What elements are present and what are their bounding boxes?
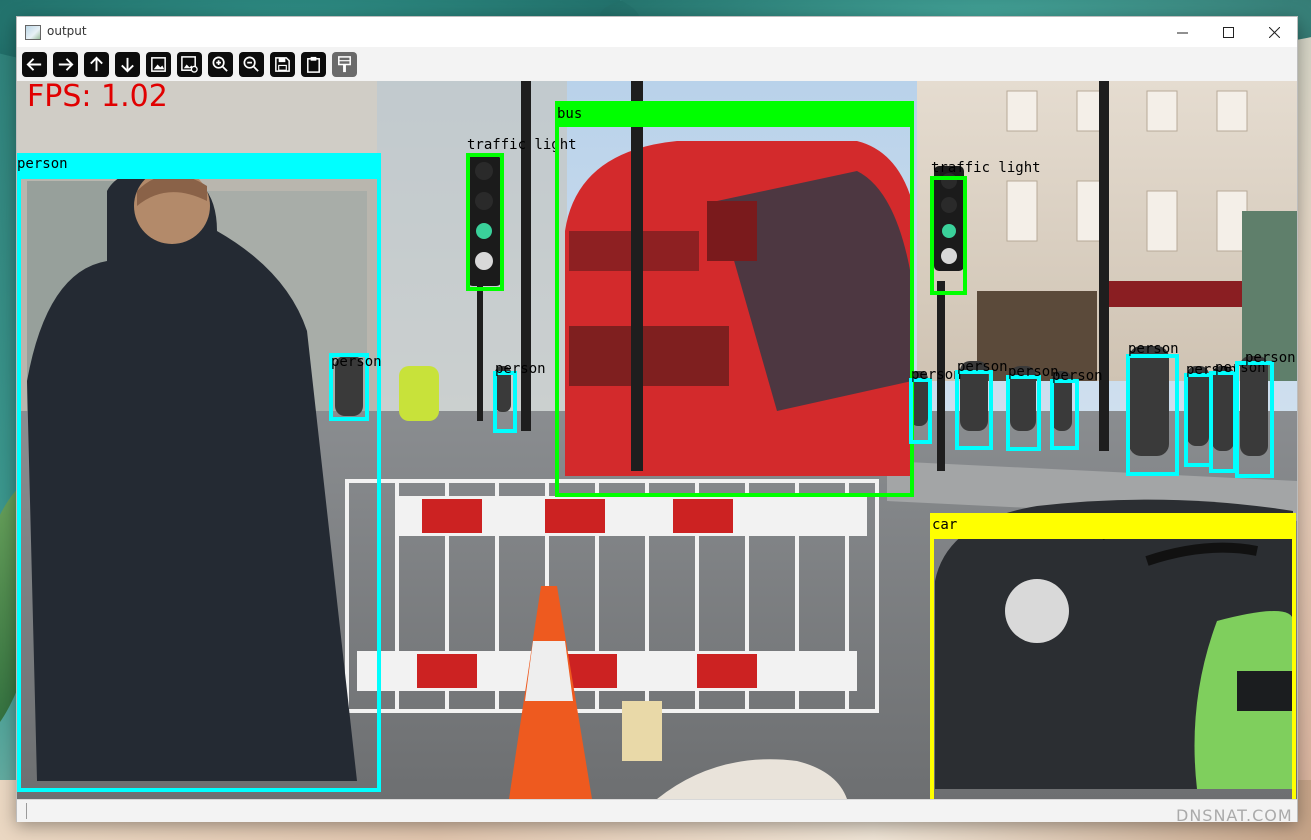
brush-icon	[338, 56, 351, 73]
arrow-left-icon	[26, 58, 42, 71]
zoom-in-icon	[212, 56, 228, 72]
maximize-icon	[1222, 26, 1234, 38]
detection-label: person	[911, 367, 962, 383]
detection-box-person: person	[1050, 368, 1103, 450]
minimize-icon	[1176, 32, 1188, 33]
pan-left-button[interactable]	[22, 52, 47, 77]
save-icon	[275, 57, 290, 72]
fps-counter: FPS: 1.02	[27, 81, 168, 114]
detection-label: person	[331, 354, 382, 370]
detection-label: person	[495, 361, 546, 377]
pan-right-button[interactable]	[53, 52, 78, 77]
pan-down-button[interactable]	[115, 52, 140, 77]
detection-label: person	[1052, 368, 1103, 384]
image-icon	[151, 57, 166, 72]
watermark: DNSNAT.COM	[1176, 806, 1293, 825]
zoom-out-icon	[243, 56, 259, 72]
close-button[interactable]	[1251, 17, 1297, 47]
zoom-fit-button[interactable]	[146, 52, 171, 77]
detection-label: person	[17, 156, 68, 172]
detection-label: person	[1008, 364, 1059, 380]
image-detail-icon	[181, 56, 198, 73]
arrow-down-icon	[121, 57, 134, 73]
copy-clipboard-button[interactable]	[301, 52, 326, 77]
detection-label: person	[957, 359, 1008, 375]
maximize-button[interactable]	[1205, 17, 1251, 47]
detection-box-person: person	[1209, 360, 1266, 473]
status-divider	[26, 803, 27, 819]
detection-box-bus: bus	[555, 101, 914, 497]
detection-label-band	[555, 101, 914, 125]
detection-box-person: person	[1235, 350, 1296, 478]
status-bar	[17, 799, 1297, 822]
video-frame[interactable]: FPS: 1.02 person traffic light bus traff…	[17, 81, 1297, 799]
clipboard-icon	[307, 56, 320, 73]
detection-box-traffic-light: traffic light	[930, 160, 1041, 295]
detection-box-person: person	[1126, 341, 1179, 476]
output-window: output FPS: 1.02 person traffic light bu…	[16, 16, 1298, 822]
arrow-right-icon	[58, 58, 74, 71]
zoom-original-button[interactable]	[177, 52, 202, 77]
detection-box-person: person	[1006, 364, 1059, 451]
detection-label-band	[17, 153, 381, 177]
window-title: output	[47, 24, 87, 38]
save-image-button[interactable]	[270, 52, 295, 77]
detection-box-person: person	[17, 153, 381, 792]
detection-label: person	[1245, 350, 1296, 366]
arrow-up-icon	[90, 56, 103, 72]
detection-box-person: person	[909, 367, 962, 444]
close-icon	[1268, 26, 1280, 38]
detection-box-person: person	[955, 359, 1008, 450]
detection-label-band	[930, 513, 1296, 537]
properties-button[interactable]	[332, 52, 357, 77]
minimize-button[interactable]	[1159, 17, 1205, 47]
toolbar	[17, 47, 1297, 81]
detection-label: car	[932, 517, 958, 533]
zoom-in-button[interactable]	[208, 52, 233, 77]
detection-box-person: person	[329, 353, 382, 421]
detection-label: traffic light	[931, 160, 1041, 176]
detection-box-car: car	[930, 513, 1296, 799]
detection-label: bus	[557, 106, 583, 122]
pan-up-button[interactable]	[84, 52, 109, 77]
detection-box-person: person	[493, 361, 546, 433]
app-icon	[25, 25, 41, 40]
zoom-out-button[interactable]	[239, 52, 264, 77]
detection-label: person	[1128, 341, 1179, 357]
detection-box-traffic-light: traffic light	[466, 137, 577, 291]
titlebar[interactable]: output	[17, 17, 1297, 47]
